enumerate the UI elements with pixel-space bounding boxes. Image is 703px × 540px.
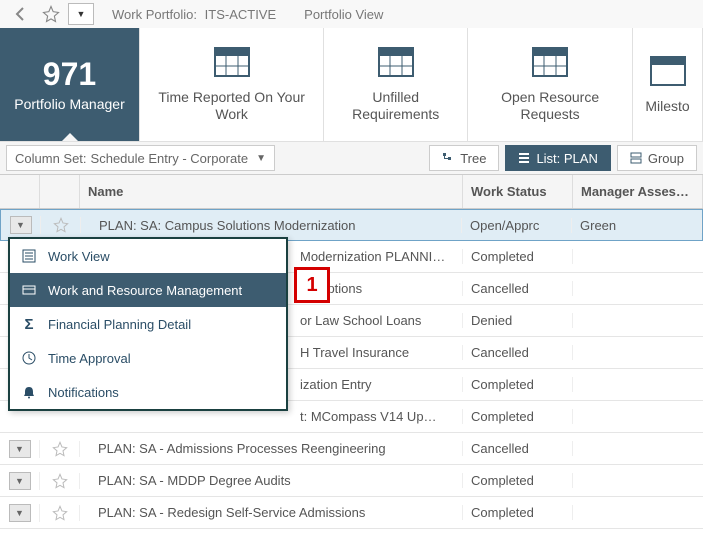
caret-down-icon: ▼ (256, 153, 266, 164)
table-row[interactable]: ▼ PLAN: SA - Redesign Self-Service Admiss… (0, 497, 703, 529)
col-star (40, 175, 80, 208)
row-status: Cancelled (463, 441, 573, 456)
tile-open-resource-requests[interactable]: Open Resource Requests (468, 28, 633, 142)
row-status: Completed (463, 409, 573, 424)
row-name: PLAN: SA - MDDP Degree Audits (80, 473, 463, 488)
ctx-work-resource-management[interactable]: Work and Resource Management (10, 273, 286, 307)
ctx-work-view[interactable]: Work View (10, 239, 286, 273)
row-menu-cell: ▼ (0, 504, 40, 522)
row-status: Completed (463, 473, 573, 488)
tile-milestones[interactable]: Milesto (633, 28, 703, 142)
sigma-icon: Σ (20, 316, 38, 333)
group-icon (630, 152, 642, 164)
row-menu-button[interactable]: ▼ (10, 216, 32, 234)
favorite-button[interactable] (38, 3, 64, 25)
table-header: Name Work Status Manager Asses… (0, 175, 703, 209)
row-menu-cell: ▼ (0, 440, 40, 458)
row-star-cell[interactable] (40, 505, 80, 521)
controls-row: Column Set: Schedule Entry - Corporate ▼… (0, 142, 703, 174)
col-status[interactable]: Work Status (463, 175, 573, 208)
calendar-icon (650, 56, 686, 86)
row-status: Completed (463, 505, 573, 520)
tile-time-reported[interactable]: Time Reported On Your Work (140, 28, 324, 142)
calendar-icon (214, 47, 250, 77)
top-toolbar: ▼ Work Portfolio: ITS-ACTIVE Portfolio V… (0, 0, 703, 28)
work-portfolio-label: Work Portfolio: ITS-ACTIVE (112, 7, 276, 22)
row-star-cell[interactable] (41, 217, 81, 233)
tile-label: Milesto (645, 98, 689, 115)
tile-count: 971 (43, 58, 96, 90)
row-star-cell[interactable] (40, 473, 80, 489)
bell-icon (20, 385, 38, 399)
row-name: PLAN: SA - Admissions Processes Reengine… (80, 441, 463, 456)
tile-label: Time Reported On Your Work (150, 89, 313, 123)
tile-unfilled-requirements[interactable]: Unfilled Requirements (324, 28, 468, 142)
clock-icon (20, 351, 38, 365)
col-menu (0, 175, 40, 208)
view-tree-button[interactable]: Tree (429, 145, 499, 171)
ctx-financial-planning[interactable]: Σ Financial Planning Detail (10, 307, 286, 341)
tile-label: Open Resource Requests (478, 89, 622, 123)
row-star-cell[interactable] (40, 441, 80, 457)
table-row[interactable]: ▼ PLAN: SA - MDDP Degree AuditsCompleted (0, 465, 703, 497)
ctx-time-approval[interactable]: Time Approval (10, 341, 286, 375)
row-status: Completed (463, 377, 573, 392)
row-menu-cell: ▼ (0, 472, 40, 490)
table-row[interactable]: ▼ PLAN: SA - Admissions Processes Reengin… (0, 433, 703, 465)
row-menu-cell: ▼ (1, 216, 41, 234)
calendar-icon (532, 47, 568, 77)
row-menu-button[interactable]: ▼ (9, 472, 31, 490)
tile-label: Unfilled Requirements (334, 89, 457, 123)
ctx-notifications[interactable]: Notifications (10, 375, 286, 409)
tile-active-caret (60, 133, 80, 142)
back-button[interactable] (8, 3, 34, 25)
caret-down-icon: ▼ (77, 9, 86, 19)
col-assess[interactable]: Manager Asses… (573, 175, 703, 208)
column-set-dropdown[interactable]: Column Set: Schedule Entry - Corporate ▼ (6, 145, 275, 171)
row-status: Cancelled (463, 281, 573, 296)
row-status: Denied (463, 313, 573, 328)
row-status: Cancelled (463, 345, 573, 360)
row-context-menu: Work View Work and Resource Management Σ… (8, 237, 288, 411)
tile-label: Portfolio Manager (14, 96, 125, 113)
tile-row: 971 Portfolio Manager Time Reported On Y… (0, 28, 703, 142)
annotation-1: 1 (294, 267, 330, 303)
list-icon (518, 152, 530, 164)
view-group-button[interactable]: Group (617, 145, 697, 171)
col-name[interactable]: Name (80, 175, 463, 208)
row-menu-button[interactable]: ▼ (9, 504, 31, 522)
row-name: PLAN: SA: Campus Solutions Modernization (81, 218, 462, 233)
row-menu-button[interactable]: ▼ (9, 440, 31, 458)
portfolio-view-label: Portfolio View (304, 7, 383, 22)
toolbar-dropdown[interactable]: ▼ (68, 3, 94, 25)
calendar-icon (378, 47, 414, 77)
list-icon (20, 249, 38, 263)
row-name: PLAN: SA - Redesign Self-Service Admissi… (80, 505, 463, 520)
tile-portfolio-manager[interactable]: 971 Portfolio Manager (0, 28, 140, 142)
tree-icon (442, 152, 454, 164)
card-icon (20, 283, 38, 297)
row-assess: Green (572, 218, 702, 233)
row-name: t: MCompass V14 Up… (80, 409, 463, 424)
view-list-button[interactable]: List: PLAN (505, 145, 610, 171)
row-status: Open/Apprc (462, 218, 572, 233)
row-status: Completed (463, 249, 573, 264)
data-table: Name Work Status Manager Asses… ▼ PLAN: S… (0, 174, 703, 529)
